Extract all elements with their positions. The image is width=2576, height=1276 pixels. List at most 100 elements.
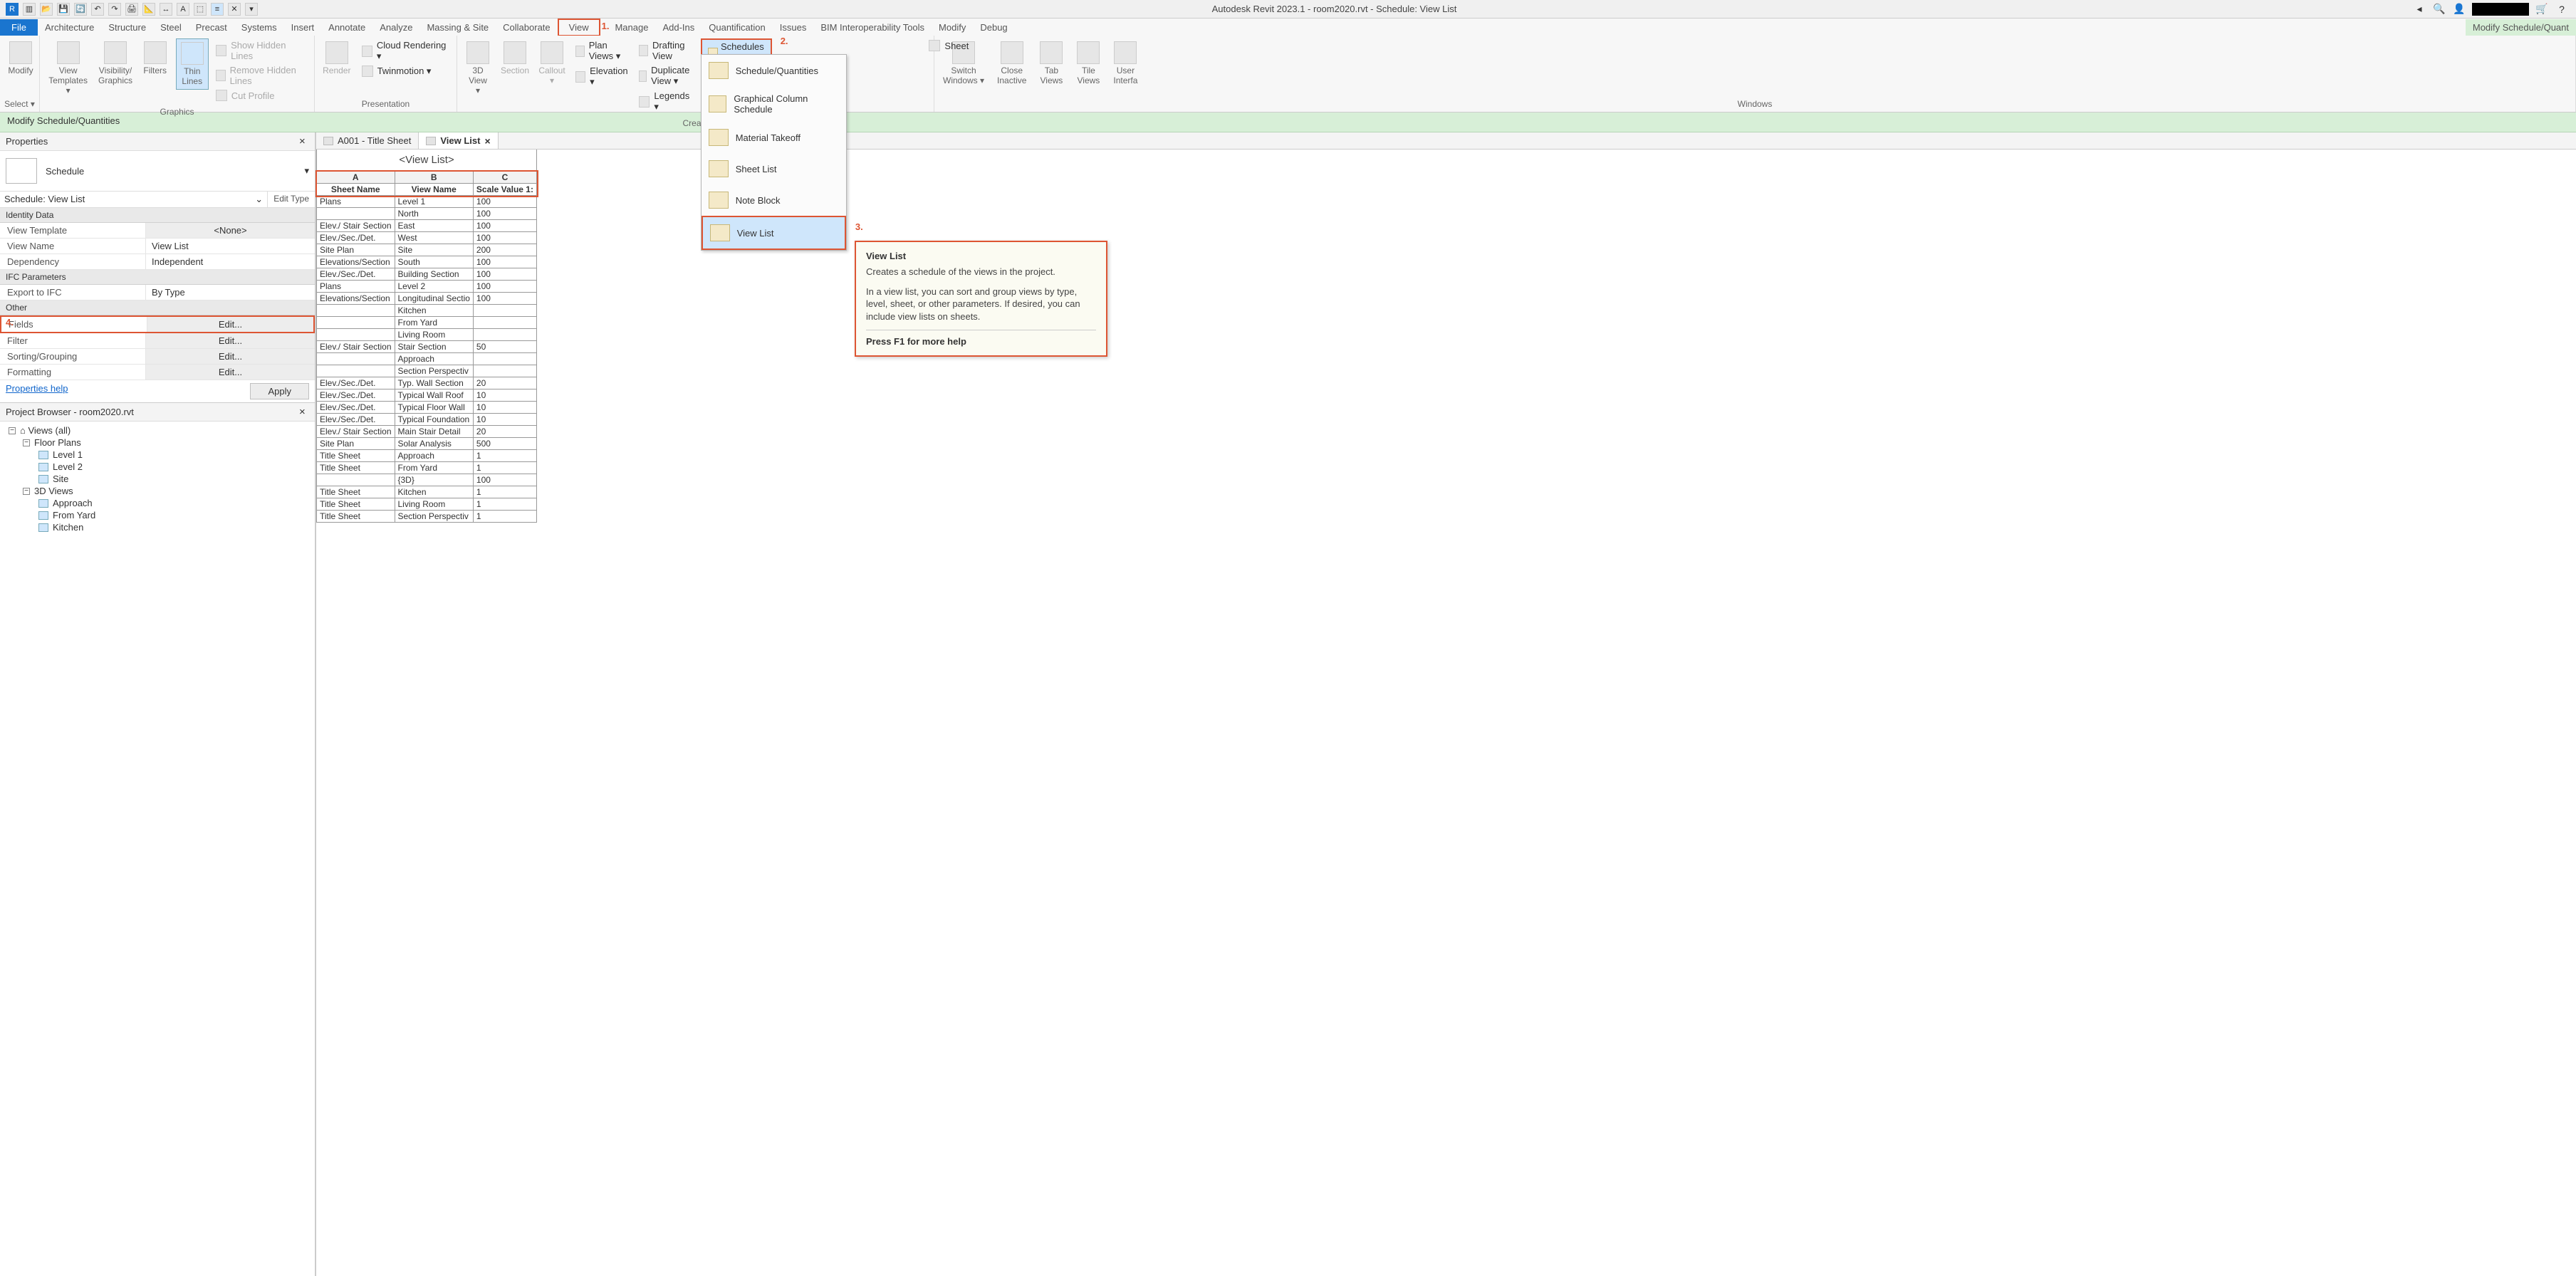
- table-row[interactable]: Elev./Sec./Det.Typical Wall Roof10: [317, 389, 537, 402]
- tab-precast[interactable]: Precast: [189, 19, 234, 36]
- callout-button[interactable]: Callout ▾: [536, 38, 568, 88]
- tab-add-ins[interactable]: Add-Ins: [655, 19, 702, 36]
- search-icon[interactable]: 🔍: [2432, 3, 2446, 16]
- plan-views-button[interactable]: Plan Views ▾: [573, 38, 632, 63]
- type-selector[interactable]: Schedule ▾: [0, 151, 315, 191]
- prop-row[interactable]: DependencyIndependent: [0, 254, 315, 270]
- close-icon[interactable]: ×: [299, 135, 309, 147]
- app-logo-icon[interactable]: R: [6, 3, 19, 16]
- tree-floor-plans[interactable]: − Floor Plans: [6, 436, 309, 449]
- close-tab-icon[interactable]: ×: [484, 135, 490, 147]
- print-icon[interactable]: 🖨: [125, 3, 138, 16]
- dropdown-item-schedule-quantities[interactable]: Schedule/Quantities: [702, 55, 846, 86]
- twinmotion-button[interactable]: Twinmotion ▾: [359, 64, 452, 78]
- table-row[interactable]: Approach: [317, 353, 537, 365]
- remove-hidden-lines-button[interactable]: Remove Hidden Lines: [213, 63, 310, 88]
- tree-item[interactable]: Site: [6, 473, 309, 485]
- table-row[interactable]: Elev./ Stair SectionEast100: [317, 220, 537, 232]
- schedule-table[interactable]: ABC Sheet NameView NameScale Value 1: Pl…: [316, 171, 537, 523]
- table-row[interactable]: Title SheetKitchen1: [317, 486, 537, 498]
- table-row[interactable]: Elevations/SectionSouth100: [317, 256, 537, 268]
- table-row[interactable]: Elev./Sec./Det.Typical Floor Wall10: [317, 402, 537, 414]
- col-label[interactable]: Sheet Name: [317, 184, 395, 196]
- table-row[interactable]: From Yard: [317, 317, 537, 329]
- box-icon[interactable]: ⬚: [194, 3, 207, 16]
- tile-views-button[interactable]: Tile Views: [1072, 38, 1105, 88]
- tab-architecture[interactable]: Architecture: [38, 19, 101, 36]
- drafting-view-button[interactable]: Drafting View: [636, 38, 696, 63]
- render-button[interactable]: Render: [319, 38, 355, 78]
- redo-icon[interactable]: ↷: [108, 3, 121, 16]
- thin-lines-button[interactable]: Thin Lines: [176, 38, 209, 90]
- tab-steel[interactable]: Steel: [153, 19, 189, 36]
- instance-filter[interactable]: Schedule: View List ⌄: [0, 192, 268, 207]
- section-button[interactable]: Section: [499, 38, 531, 78]
- tab-analyze[interactable]: Analyze: [372, 19, 419, 36]
- 3d-view-button[interactable]: 3D View ▾: [462, 38, 494, 98]
- duplicate-view-button[interactable]: Duplicate View ▾: [636, 63, 696, 88]
- apply-button[interactable]: Apply: [250, 383, 309, 399]
- table-row[interactable]: Elev./Sec./Det.Typ. Wall Section20: [317, 377, 537, 389]
- tab-structure[interactable]: Structure: [101, 19, 153, 36]
- tab-debug[interactable]: Debug: [973, 19, 1014, 36]
- table-row[interactable]: Elevations/SectionLongitudinal Sectio100: [317, 293, 537, 305]
- col-label[interactable]: View Name: [395, 184, 473, 196]
- select-panel-label[interactable]: Select ▾: [0, 98, 39, 112]
- help-icon[interactable]: ?: [2555, 3, 2569, 16]
- save-icon[interactable]: 💾: [57, 3, 70, 16]
- edit-type-button[interactable]: Edit Type: [268, 192, 315, 207]
- prop-row[interactable]: View Template<None>: [0, 223, 315, 239]
- cart-icon[interactable]: 🛒: [2535, 3, 2549, 16]
- cut-profile-button[interactable]: Cut Profile: [213, 88, 310, 103]
- prop-row[interactable]: FieldsEdit...4.: [0, 315, 315, 333]
- view-tab[interactable]: View List×: [419, 132, 498, 149]
- tree-item[interactable]: From Yard: [6, 509, 309, 521]
- prop-row[interactable]: Export to IFCBy Type: [0, 285, 315, 300]
- close-icon[interactable]: ×: [299, 406, 309, 418]
- col-letter[interactable]: C: [473, 172, 536, 184]
- tab-quantification[interactable]: Quantification: [702, 19, 773, 36]
- user-interface-button[interactable]: User Interfa: [1109, 38, 1142, 88]
- table-row[interactable]: Elev./ Stair SectionStair Section50: [317, 341, 537, 353]
- filters-button[interactable]: Filters: [139, 38, 172, 78]
- measure-icon[interactable]: 📐: [142, 3, 155, 16]
- table-row[interactable]: Kitchen: [317, 305, 537, 317]
- table-row[interactable]: North100: [317, 208, 537, 220]
- prop-row[interactable]: View NameView List: [0, 239, 315, 254]
- table-row[interactable]: Elev./Sec./Det.West100: [317, 232, 537, 244]
- col-letter[interactable]: A: [317, 172, 395, 184]
- table-row[interactable]: Section Perspectiv: [317, 365, 537, 377]
- table-row[interactable]: Elev./ Stair SectionMain Stair Detail20: [317, 426, 537, 438]
- back-icon[interactable]: ◂: [2412, 3, 2426, 16]
- open-icon[interactable]: ▥: [23, 3, 36, 16]
- tree-root[interactable]: − ⌂ Views (all): [6, 424, 309, 436]
- visibility-graphics-button[interactable]: Visibility/ Graphics: [96, 38, 134, 88]
- view-tab[interactable]: A001 - Title Sheet: [316, 132, 419, 149]
- dropdown-icon[interactable]: ▾: [245, 3, 258, 16]
- table-row[interactable]: PlansLevel 2100: [317, 281, 537, 293]
- table-row[interactable]: PlansLevel 1100: [317, 196, 537, 208]
- table-row[interactable]: Title SheetApproach1: [317, 450, 537, 462]
- tree-item[interactable]: Level 1: [6, 449, 309, 461]
- tab-modify-schedule-quant[interactable]: Modify Schedule/Quant: [2466, 19, 2576, 36]
- table-row[interactable]: Site PlanSolar Analysis500: [317, 438, 537, 450]
- tree-item[interactable]: Kitchen: [6, 521, 309, 533]
- table-row[interactable]: Living Room: [317, 329, 537, 341]
- col-letter[interactable]: B: [395, 172, 473, 184]
- tab-collaborate[interactable]: Collaborate: [496, 19, 558, 36]
- tab-issues[interactable]: Issues: [773, 19, 814, 36]
- tab-views-button[interactable]: Tab Views: [1035, 38, 1068, 88]
- dropdown-item-note-block[interactable]: Note Block: [702, 184, 846, 216]
- cloud-rendering-button[interactable]: Cloud Rendering ▾: [359, 38, 452, 63]
- show-hidden-lines-button[interactable]: Show Hidden Lines: [213, 38, 310, 63]
- view-templates-button[interactable]: View Templates ▾: [44, 38, 92, 98]
- user-icon[interactable]: 👤: [2452, 3, 2466, 16]
- tab-annotate[interactable]: Annotate: [321, 19, 372, 36]
- dropdown-item-view-list[interactable]: View List3.: [702, 216, 846, 250]
- undo-icon[interactable]: ↶: [91, 3, 104, 16]
- tab-view[interactable]: View: [558, 19, 600, 36]
- modify-tool[interactable]: Modify: [4, 38, 37, 78]
- tree-3d-views[interactable]: − 3D Views: [6, 485, 309, 497]
- tab-systems[interactable]: Systems: [234, 19, 284, 36]
- tree-item[interactable]: Level 2: [6, 461, 309, 473]
